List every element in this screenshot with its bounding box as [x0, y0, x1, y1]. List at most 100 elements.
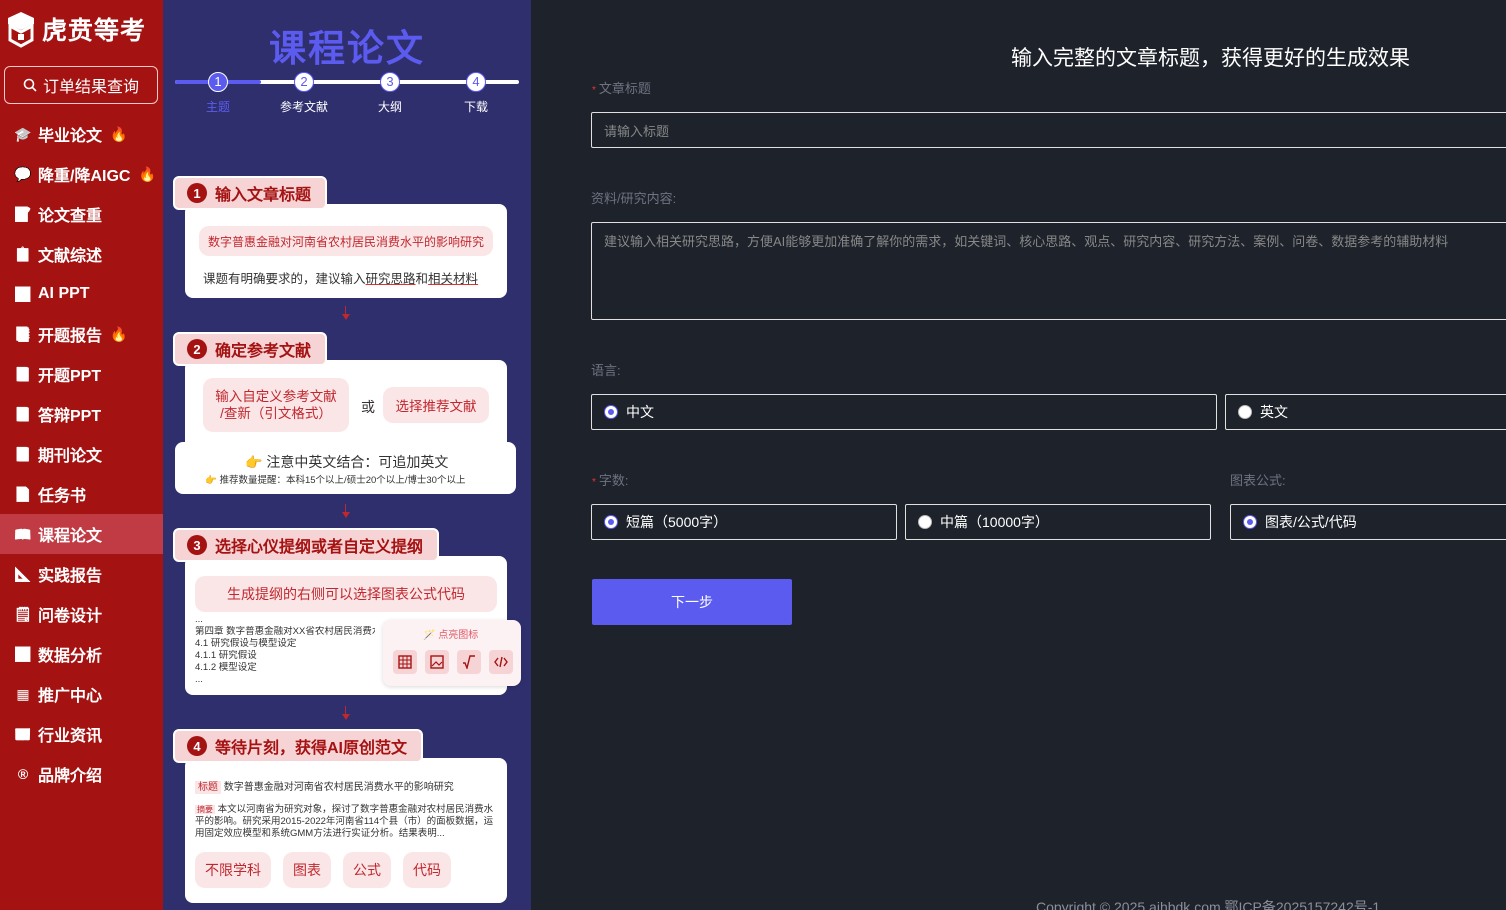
code-icon[interactable] [489, 650, 513, 674]
step4-tag: 4 等待片刻，获得AI原创范文 [173, 729, 424, 763]
sidebar-item-label: 推广中心 [38, 688, 103, 705]
order-query-button[interactable]: 订单结果查询 [4, 66, 158, 104]
step3-tag: 3 选择心仪提纲或者自定义提纲 [173, 528, 440, 562]
step3-icon-row [393, 650, 513, 674]
sidebar-item-3[interactable]: 📋 文献综述 [0, 234, 163, 274]
step-3-label: 大纲 [377, 100, 402, 114]
sidebar-item-15[interactable]: 📰 行业资讯 [0, 714, 163, 754]
outline-line: 第四章 数字普惠金融对XX省农村居民消费水平 [195, 626, 375, 637]
outline-line: 4.1 研究假设与模型设定 [195, 638, 297, 649]
next-step-button[interactable]: 下一步 [592, 579, 792, 625]
sidebar-item-label: 开题报告 [38, 328, 103, 345]
step2-note-text: 注意中英文结合：可追加英文 [266, 454, 449, 470]
image-icon[interactable] [425, 650, 449, 674]
material-label: 资料/研究内容: [591, 191, 677, 206]
radio-unchecked-icon [1238, 405, 1252, 419]
form-hint: 输入完整的文章标题，获得更好的生成效果 [1011, 47, 1410, 70]
step-4[interactable]: 4 下载 [446, 72, 506, 115]
sidebar-item-14[interactable]: ▦ 推广中心 [0, 674, 163, 714]
step4-abstract: 摘要 本文以河南省为研究对象，探讨了数字普惠金融对农村居民消费水平的影响。研究采… [195, 804, 501, 840]
radio-unchecked-icon [918, 515, 932, 529]
practice-icon: 📐 [14, 565, 32, 582]
step3-outline: ... 第四章 数字普惠金融对XX省农村居民消费水平 4.1 研究假设与模型设定 4.… [195, 614, 375, 686]
table-icon[interactable] [393, 650, 417, 674]
logo[interactable]: 虎贲等考 [6, 10, 146, 48]
sidebar-item-5[interactable]: 📑 开题报告 🔥 [0, 314, 163, 354]
step-3[interactable]: 3 大纲 [360, 72, 420, 115]
sidebar-item-label: 数据分析 [38, 648, 103, 665]
title-label-text: 文章标题 [598, 81, 651, 96]
sidebar-item-13[interactable]: 📈 数据分析 [0, 634, 163, 674]
step-2[interactable]: 2 参考文献 [274, 72, 334, 115]
sidebar-item-8[interactable]: 📔 期刊论文 [0, 434, 163, 474]
course-icon: 📖 [14, 525, 32, 542]
chart-label-text: 图表/公式/代码 [1265, 514, 1357, 530]
title-input[interactable]: 请输入标题 [591, 112, 1506, 148]
sidebar-item-label: 期刊论文 [38, 448, 103, 465]
sidebar-item-label: 实践报告 [38, 568, 103, 585]
guide-title: 课程论文 [269, 28, 425, 69]
required-mark: * [592, 477, 596, 488]
arrow-stem-2 [345, 504, 346, 512]
sidebar-item-11[interactable]: 📐 实践报告 [0, 554, 163, 594]
step-4-label: 下载 [463, 100, 488, 114]
sidebar-item-1[interactable]: 💬 降重/降AIGC 🔥 [0, 154, 163, 194]
step-2-label: 参考文献 [279, 100, 328, 114]
step1-tag: 1 输入文章标题 [173, 176, 328, 210]
feature-chip: 公式 [343, 852, 391, 888]
sidebar-item-label: 降重/降AIGC [38, 168, 131, 185]
chart-radio[interactable]: 图表/公式/代码 [1230, 504, 1506, 540]
step3-click-hint-text: 点亮图标 [438, 630, 479, 641]
hand-point-icon: 👉 [245, 454, 263, 470]
medium-label: 中篇（10000字） [940, 514, 1049, 530]
sidebar-item-label: 开题PPT [38, 368, 102, 385]
chat-icon: 💬 [14, 165, 32, 182]
lang-en-label: 英文 [1260, 404, 1288, 420]
radio-checked-icon [604, 405, 618, 419]
sidebar-item-7[interactable]: 📘 答辩PPT [0, 394, 163, 434]
sidebar-item-4[interactable]: 📊 AI PPT [0, 274, 163, 314]
sidebar-item-label: 论文查重 [38, 208, 103, 225]
sidebar-item-2[interactable]: 📝 论文查重 [0, 194, 163, 234]
radio-checked-icon [604, 515, 618, 529]
sidebar-item-label: 品牌介绍 [38, 768, 103, 785]
sidebar-item-16[interactable]: ® 品牌介绍 [0, 754, 163, 794]
chart-icon: 📈 [14, 645, 32, 662]
sidebar-item-0[interactable]: 🎓 毕业论文 🔥 [0, 114, 163, 154]
short-radio[interactable]: 短篇（5000字） [591, 504, 897, 540]
sidebar-item-12[interactable]: 🗒 问卷设计 [0, 594, 163, 634]
step1-example: 数字普惠金融对河南省农村居民消费水平的影响研究 [199, 226, 493, 256]
sidebar-item-9[interactable]: 📄 任务书 [0, 474, 163, 514]
task-icon: 📄 [14, 485, 32, 502]
step-1-label: 主题 [205, 100, 230, 114]
formula-icon[interactable] [457, 650, 481, 674]
outline-line: 4.1.2 模型设定 [195, 662, 257, 673]
step4-abstract-text: 本文以河南省为研究对象，探讨了数字普惠金融对农村居民消费水平的影响。研究采用20… [195, 804, 494, 839]
sidebar-item-label: 文献综述 [38, 248, 103, 265]
step2-tag: 2 确定参考文献 [173, 332, 328, 366]
app-root: 虎贲等考 订单结果查询 🎓 毕业论文 🔥 💬 降重/降AIGC 🔥 📝 论文查重 📋 文献综述 📊 A… [0, 0, 1506, 910]
step-1[interactable]: 1 主题 [188, 72, 248, 115]
step2-or: 或 [361, 399, 375, 415]
arrow-down-icon [342, 512, 350, 518]
lang-en-radio[interactable]: 英文 [1225, 394, 1506, 430]
step4-abstract-tag: 摘要 [195, 805, 215, 814]
sidebar-item-label: 答辩PPT [38, 408, 102, 425]
step2-recommend: 选择推荐文献 [383, 387, 489, 423]
sidebar-item-label: 问卷设计 [38, 608, 103, 625]
lang-zh-radio[interactable]: 中文 [591, 394, 1217, 430]
logo-icon [8, 12, 34, 48]
step2-subnote: 👉 推荐数量提醒：本科15个以上/硕士20个以上/博士30个以上 [205, 472, 465, 486]
main-form: 输入完整的文章标题，获得更好的生成效果 * 文章标题 请输入标题 资料/研究内容:… [531, 0, 1506, 910]
material-textarea[interactable]: 建议输入相关研究思路，方便AI能够更加准确了解你的需求，如关键词、核心思路、观点… [591, 222, 1506, 320]
sidebar-item-6[interactable]: 📘 开题PPT [0, 354, 163, 394]
step4-chips: 不限学科 图表 公式 代码 [195, 852, 451, 888]
brand-name: 虎贲等考 [42, 17, 147, 45]
fire-icon: 🔥 [138, 165, 156, 182]
step3-icon-panel: 🪄 点亮图标 [383, 620, 521, 686]
sidebar-item-10[interactable]: 📖 课程论文 [0, 514, 163, 554]
grid-icon: ▦ [16, 685, 30, 702]
lang-zh-label: 中文 [626, 404, 654, 420]
medium-radio[interactable]: 中篇（10000字） [905, 504, 1211, 540]
search-icon [23, 78, 37, 92]
